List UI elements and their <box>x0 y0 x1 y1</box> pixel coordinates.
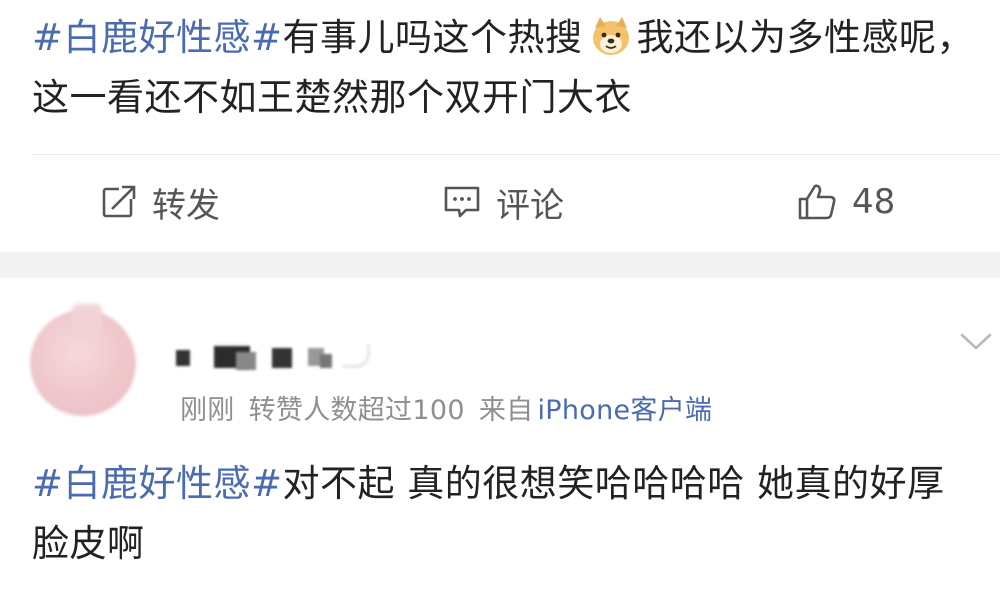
repost-like-stat: 转赞人数超过100 <box>248 395 465 426</box>
comment-button[interactable]: 评论 <box>442 156 564 248</box>
doge-emoji <box>589 14 633 58</box>
like-count: 48 <box>852 182 896 222</box>
client-link[interactable]: iPhone客户端 <box>537 395 712 426</box>
post-meta: 刚刚 转赞人数超过100 来自 iPhone客户端 <box>180 388 712 427</box>
avatar-badge <box>72 304 102 334</box>
like-icon <box>796 182 838 222</box>
like-button[interactable]: 48 <box>796 156 895 248</box>
source-prefix: 来自 <box>478 395 534 426</box>
post-body: #白鹿好性感#对不起 真的很想笑哈哈哈哈 她真的好厚脸皮啊 <box>32 454 982 574</box>
post-card: #白鹿好性感#有事儿吗这个热搜 我还以为多性感呢，这一看还不如王楚然那个双开门大… <box>0 0 1000 252</box>
comment-icon <box>442 183 482 221</box>
repost-label: 转发 <box>152 185 220 226</box>
divider <box>32 154 1000 155</box>
repost-button[interactable]: 转发 <box>100 156 220 248</box>
action-bar: 转发 评论 48 <box>0 156 1000 248</box>
post-card: 刚刚 转赞人数超过100 来自 iPhone客户端 #白鹿好性感#对不起 真的很想笑哈… <box>0 278 1000 600</box>
post-body: #白鹿好性感#有事儿吗这个热搜 我还以为多性感呢，这一看还不如王楚然那个双开门大… <box>32 8 982 128</box>
hashtag-link[interactable]: #白鹿好性感# <box>32 462 283 505</box>
hashtag-link[interactable]: #白鹿好性感# <box>32 16 283 59</box>
chevron-down-icon[interactable] <box>956 326 996 356</box>
repost-icon <box>100 183 138 221</box>
post-text: 有事儿吗这个热搜 <box>282 16 583 59</box>
comment-label: 评论 <box>496 185 564 226</box>
weibo-feed: #白鹿好性感#有事儿吗这个热搜 我还以为多性感呢，这一看还不如王楚然那个双开门大… <box>0 0 1000 600</box>
feed-separator <box>0 252 1000 278</box>
post-time: 刚刚 <box>180 395 235 426</box>
username[interactable] <box>176 342 386 372</box>
